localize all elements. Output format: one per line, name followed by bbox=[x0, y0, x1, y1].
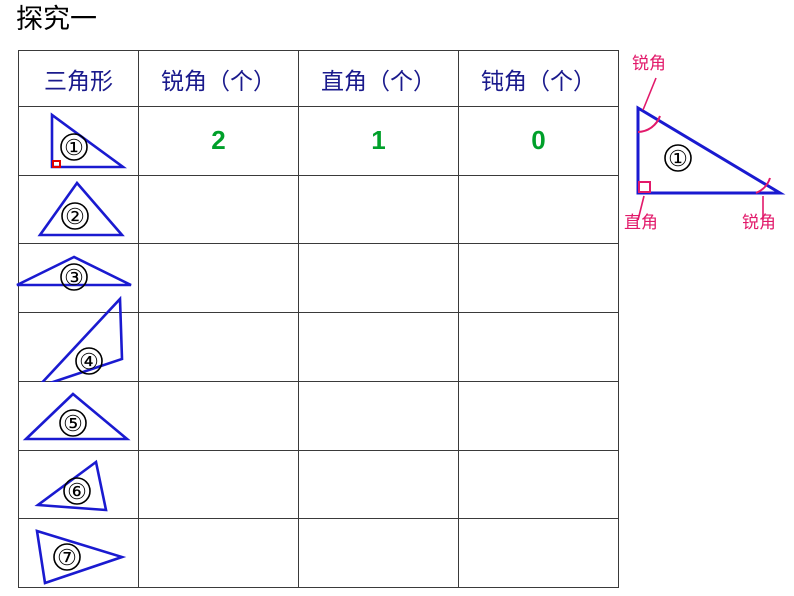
leader-line-top bbox=[642, 77, 657, 111]
triangle-shape-4: ④ bbox=[18, 295, 139, 389]
column-header-obtuse: 钝角（个） bbox=[458, 50, 619, 107]
shape-index-label-6: ⑥ bbox=[67, 479, 87, 504]
table-row: ⑥ bbox=[18, 449, 619, 520]
triangle-shape-7: ⑦ bbox=[18, 518, 139, 588]
table-row: ③ bbox=[16, 243, 619, 314]
table-header-row: 三角形 锐角（个） 直角（个） 钝角（个） bbox=[18, 50, 619, 107]
shape-index-label-7: ⑦ bbox=[57, 545, 77, 570]
label-acute-bottom-right: 锐角 bbox=[742, 213, 776, 232]
label-acute-top: 锐角 bbox=[632, 54, 666, 73]
cell-acute-2[interactable] bbox=[138, 174, 299, 245]
table-row: ⑦ bbox=[18, 518, 619, 588]
table-row: ① 2 1 0 bbox=[18, 106, 619, 176]
column-header-acute: 锐角（个） bbox=[138, 50, 299, 107]
triangle-angle-table: 三角形 锐角（个） 直角（个） 钝角（个） ① 2 1 0 ② ③ ④ ⑤ ⑥ … bbox=[16, 50, 619, 588]
cell-obtuse-1[interactable]: 0 bbox=[458, 106, 619, 176]
cell-right-7[interactable] bbox=[298, 518, 459, 588]
triangle-shape-2: ② bbox=[18, 174, 139, 245]
cell-right-2[interactable] bbox=[298, 174, 459, 245]
triangle-shape-1: ① bbox=[18, 106, 139, 176]
table-row: ② bbox=[18, 174, 619, 245]
table-row: ⑤ bbox=[18, 380, 619, 451]
cell-obtuse-7[interactable] bbox=[458, 518, 619, 588]
cell-obtuse-6[interactable] bbox=[458, 449, 619, 520]
shape-index-label-5: ⑤ bbox=[63, 411, 83, 436]
cell-right-1[interactable]: 1 bbox=[298, 106, 459, 176]
triangle-shape-6: ⑥ bbox=[18, 449, 139, 520]
cell-obtuse-3[interactable] bbox=[458, 243, 619, 314]
cell-obtuse-5[interactable] bbox=[458, 380, 619, 451]
shape-index-label-4: ④ bbox=[79, 349, 99, 374]
column-header-shape: 三角形 bbox=[18, 50, 139, 107]
page-title: 探究一 bbox=[16, 4, 97, 34]
cell-acute-3[interactable] bbox=[138, 243, 299, 314]
cell-acute-7[interactable] bbox=[138, 518, 299, 588]
table-row: ④ bbox=[18, 295, 619, 389]
diagram-shape-index-label: ① bbox=[668, 146, 688, 171]
cell-right-3[interactable] bbox=[298, 243, 459, 314]
triangle-outline bbox=[636, 105, 786, 195]
label-right-angle: 直角 bbox=[624, 213, 658, 232]
cell-right-4[interactable] bbox=[298, 312, 459, 382]
shape-index-label-1: ① bbox=[64, 135, 84, 160]
annotated-triangle-diagram: ① 锐角 直角 锐角 bbox=[618, 48, 794, 248]
cell-right-6[interactable] bbox=[298, 449, 459, 520]
cell-acute-5[interactable] bbox=[138, 380, 299, 451]
slide-canvas: 探究一 三角形 锐角（个） 直角（个） 钝角（个） ① 2 1 0 ② ③ ④ … bbox=[0, 0, 794, 596]
cell-right-5[interactable] bbox=[298, 380, 459, 451]
cell-acute-1[interactable]: 2 bbox=[138, 106, 299, 176]
right-angle-marker bbox=[638, 181, 651, 193]
cell-acute-4[interactable] bbox=[138, 312, 299, 382]
cell-acute-6[interactable] bbox=[138, 449, 299, 520]
triangle-shape-5: ⑤ bbox=[18, 380, 139, 451]
cell-obtuse-2[interactable] bbox=[458, 174, 619, 245]
cell-obtuse-4[interactable] bbox=[458, 312, 619, 382]
shape-index-label-2: ② bbox=[65, 204, 85, 229]
column-header-right: 直角（个） bbox=[298, 50, 459, 107]
shape-index-label-3: ③ bbox=[64, 265, 84, 290]
triangle-shape-3: ③ bbox=[16, 243, 139, 314]
